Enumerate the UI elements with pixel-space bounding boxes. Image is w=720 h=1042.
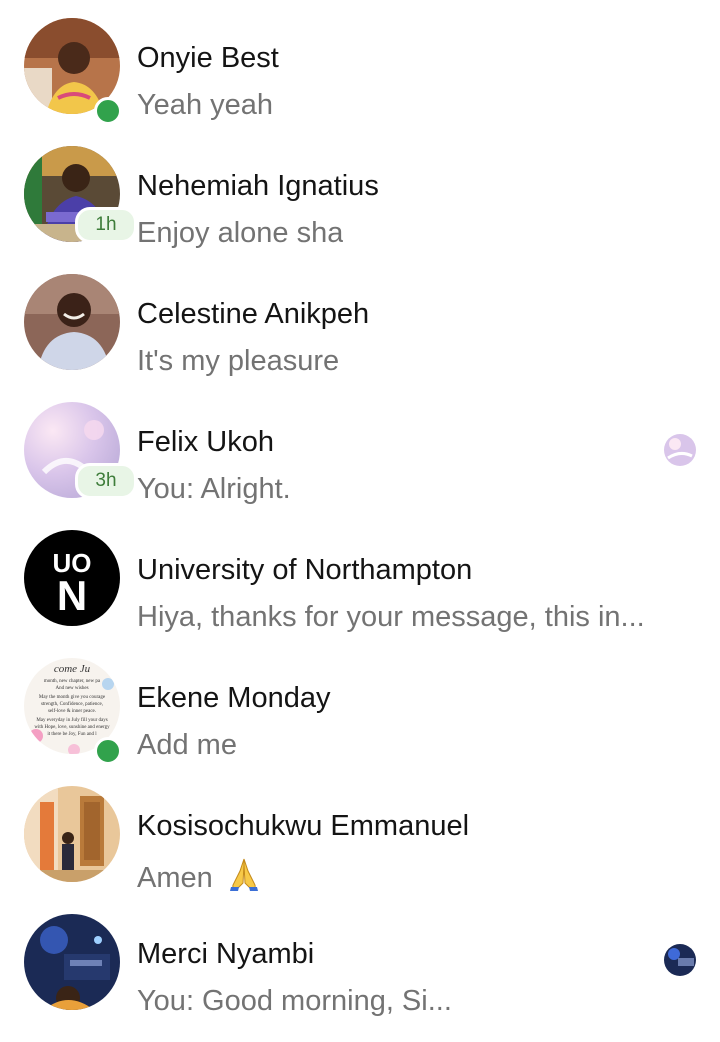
chat-row-ekene-monday[interactable]: come Ju month, new chapter, new pa And n… bbox=[0, 658, 720, 786]
message-preview-text: Amen bbox=[137, 862, 213, 894]
contact-name: Nehemiah Ignatius bbox=[137, 170, 379, 202]
contact-name: Onyie Best bbox=[137, 42, 279, 74]
avatar-image-text: with Hope, love, sunshine and energy bbox=[34, 725, 110, 730]
avatar: UO N bbox=[24, 530, 120, 626]
chat-row-merci-nyambi[interactable]: Merci Nyambi You: Good morning, Si... bbox=[0, 914, 720, 1042]
online-status-dot bbox=[94, 97, 122, 125]
chat-row-onyie-best[interactable]: Onyie Best Yeah yeah bbox=[0, 18, 720, 146]
message-preview: Enjoy alone sha bbox=[137, 217, 344, 249]
message-preview: It's my pleasure bbox=[137, 345, 340, 377]
avatar bbox=[24, 914, 120, 1010]
message-preview: Yeah yeah bbox=[137, 89, 274, 121]
avatar-image-text: And new wishes bbox=[55, 686, 88, 691]
message-preview: You: Alright. bbox=[137, 473, 291, 505]
avatar-image-text: self-love & inner peace. bbox=[48, 709, 96, 714]
avatar-image-text: May everyday in July fill your days bbox=[36, 718, 107, 723]
avatar-image-text: strength, Confidence, patience, bbox=[41, 702, 103, 707]
avatar-image-text: month, new chapter, new pa bbox=[44, 679, 101, 684]
avatar-image-text: it there be Joy, Fun and l bbox=[47, 732, 97, 737]
seen-receipt-avatar bbox=[664, 944, 696, 976]
message-preview: Hiya, thanks for your message, this in..… bbox=[137, 601, 645, 633]
last-active-badge: 3h bbox=[75, 463, 137, 499]
contact-name: Felix Ukoh bbox=[137, 426, 274, 458]
avatar bbox=[24, 274, 120, 370]
contact-name: University of Northampton bbox=[137, 554, 473, 586]
message-preview: You: Good morning, Si... bbox=[137, 985, 452, 1017]
contact-name: Kosisochukwu Emmanuel bbox=[137, 810, 470, 842]
message-preview: Amen bbox=[137, 857, 261, 899]
contact-name: Celestine Anikpeh bbox=[137, 298, 370, 330]
contact-name: Ekene Monday bbox=[137, 682, 331, 714]
avatar-image-text: come Ju bbox=[54, 663, 91, 675]
chat-row-celestine-anikpeh[interactable]: Celestine Anikpeh It's my pleasure bbox=[0, 274, 720, 402]
message-preview: Add me bbox=[137, 729, 237, 761]
chat-row-kosisochukwu-emmanuel[interactable]: Kosisochukwu Emmanuel Amen bbox=[0, 786, 720, 914]
avatar bbox=[24, 786, 120, 882]
seen-receipt-avatar bbox=[664, 434, 696, 466]
online-status-dot bbox=[94, 737, 122, 765]
chat-row-university-of-northampton[interactable]: UO N University of Northampton Hiya, tha… bbox=[0, 530, 720, 658]
folded-hands-icon bbox=[227, 857, 261, 899]
avatar-image-text: May the month give you courage bbox=[39, 695, 106, 700]
logo-text-bottom: N bbox=[57, 572, 87, 619]
last-active-badge: 1h bbox=[75, 207, 137, 243]
contact-name: Merci Nyambi bbox=[137, 938, 315, 970]
